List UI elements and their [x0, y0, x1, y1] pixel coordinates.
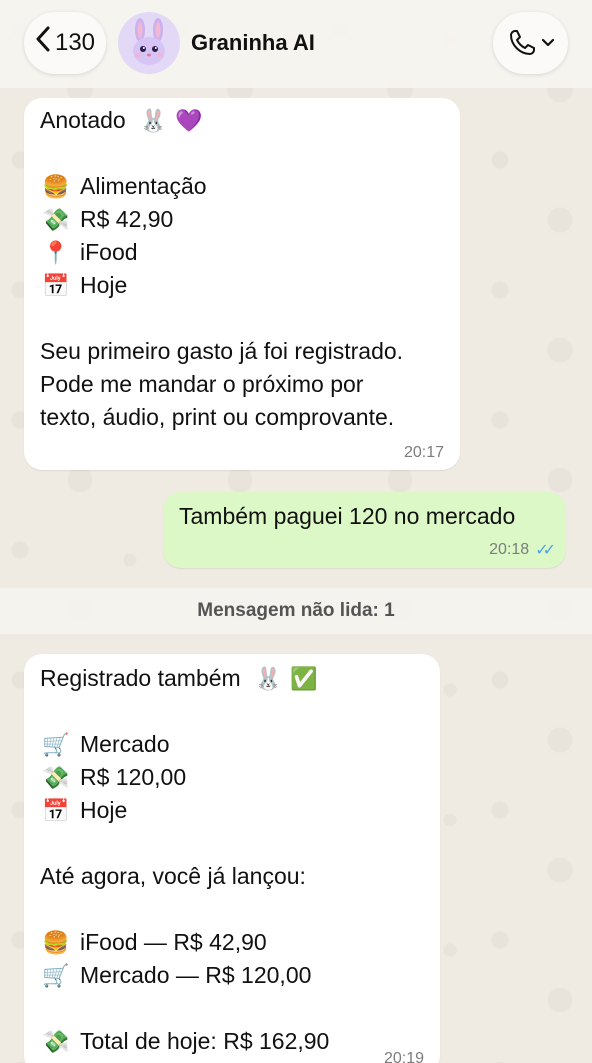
message-bubble-incoming[interactable]: Registrado também 🐰 ✅ 🛒 Mercado 💸 R$ 120… — [24, 654, 440, 1063]
message-line: 💸 R$ 120,00 — [40, 761, 422, 794]
message-line: Seu primeiro gasto já foi registrado. — [40, 335, 442, 368]
message-line: Pode me mandar o próximo por — [40, 368, 442, 401]
message-timestamp: 20:18 — [489, 541, 530, 558]
message-text: Seu primeiro gasto já foi registrado. — [40, 338, 404, 364]
message-text: Mercado — R$ 120,00 — [80, 962, 312, 988]
unread-label: Mensagem não lida: 1 — [197, 600, 395, 621]
message-text: R$ 120,00 — [80, 764, 187, 790]
message-line: Também paguei 120 no mercado — [179, 500, 548, 533]
cart-emoji-icon: 🛒 — [42, 963, 70, 988]
chat-header: 130 Graninha AI — [0, 0, 592, 88]
cart-emoji-icon: 🛒 — [42, 732, 70, 757]
message-line: 🛒 Mercado — R$ 120,00 — [40, 959, 422, 992]
message-line: 📅 Hoje — [40, 269, 442, 302]
message-line: 💸 Total de hoje: R$ 162,90 — [40, 1025, 422, 1058]
message-line: Registrado também 🐰 ✅ — [40, 662, 422, 695]
bunny-avatar-icon — [133, 18, 165, 65]
message-status: 20:18 ✓✓ — [489, 540, 556, 560]
message-line: 📅 Hoje — [40, 794, 422, 827]
money-emoji-icon: 💸 — [42, 765, 70, 790]
message-line: 🍔 Alimentação — [40, 170, 442, 203]
message-text: iFood — R$ 42,90 — [80, 929, 267, 955]
message-text: Até agora, você já lançou: — [40, 863, 306, 889]
message-line: 🍔 iFood — R$ 42,90 — [40, 926, 422, 959]
message-text: Registrado também — [40, 665, 241, 691]
read-ticks-icon: ✓✓ — [535, 542, 556, 559]
phone-icon — [509, 30, 535, 55]
avatar[interactable] — [118, 12, 180, 74]
call-button[interactable] — [493, 12, 568, 74]
burger-emoji-icon: 🍔 — [42, 930, 70, 955]
message-text: Hoje — [80, 272, 128, 298]
message-line: texto, áudio, print ou comprovante. — [40, 401, 442, 434]
message-text: Alimentação — [80, 173, 207, 199]
message-line: 🛒 Mercado — [40, 728, 422, 761]
message-timestamp: 20:19 — [383, 1050, 424, 1063]
message-timestamp: 20:17 — [403, 444, 444, 461]
message-text: Total de hoje: R$ 162,90 — [80, 1028, 330, 1054]
message-text: texto, áudio, print ou comprovante. — [40, 404, 395, 430]
money-emoji-icon: 💸 — [42, 207, 70, 232]
calendar-emoji-icon: 📅 — [42, 273, 70, 298]
message-text: iFood — [80, 239, 138, 265]
back-button[interactable]: 130 — [24, 12, 106, 74]
chevron-left-icon — [35, 26, 51, 58]
chevron-down-icon — [541, 38, 554, 47]
calendar-emoji-icon: 📅 — [42, 798, 70, 823]
message-line: Até agora, você já lançou: — [40, 860, 422, 893]
message-text: Anotado — [40, 107, 126, 133]
message-text: Hoje — [80, 797, 128, 823]
bunny-emoji-icon: 🐰 — [254, 666, 283, 691]
message-text: Pode me mandar o próximo por — [40, 371, 364, 397]
money-emoji-icon: 💸 — [42, 1029, 70, 1054]
message-bubble-incoming[interactable]: Anotado 🐰 💜 🍔 Alimentação 💸 R$ 42,90 📍 i… — [24, 98, 460, 470]
message-bubble-outgoing[interactable]: Também paguei 120 no mercado 20:18 ✓✓ — [163, 492, 566, 568]
bunny-emoji-icon: 🐰 — [139, 108, 168, 133]
message-text: Mercado — [80, 731, 170, 757]
message-text: R$ 42,90 — [80, 206, 174, 232]
contact-name[interactable]: Graninha AI — [191, 30, 315, 56]
message-text: Também paguei 120 no mercado — [179, 503, 516, 529]
unread-count: 130 — [54, 29, 96, 56]
burger-emoji-icon: 🍔 — [42, 174, 70, 199]
message-line: 📍 iFood — [40, 236, 442, 269]
pin-emoji-icon: 📍 — [42, 240, 70, 265]
check-mark-emoji-icon: ✅ — [290, 666, 318, 691]
unread-divider: Mensagem não lida: 1 — [0, 588, 592, 634]
purple-heart-emoji-icon: 💜 — [175, 108, 203, 133]
message-line: Anotado 🐰 💜 — [40, 104, 442, 137]
message-line: 💸 R$ 42,90 — [40, 203, 442, 236]
